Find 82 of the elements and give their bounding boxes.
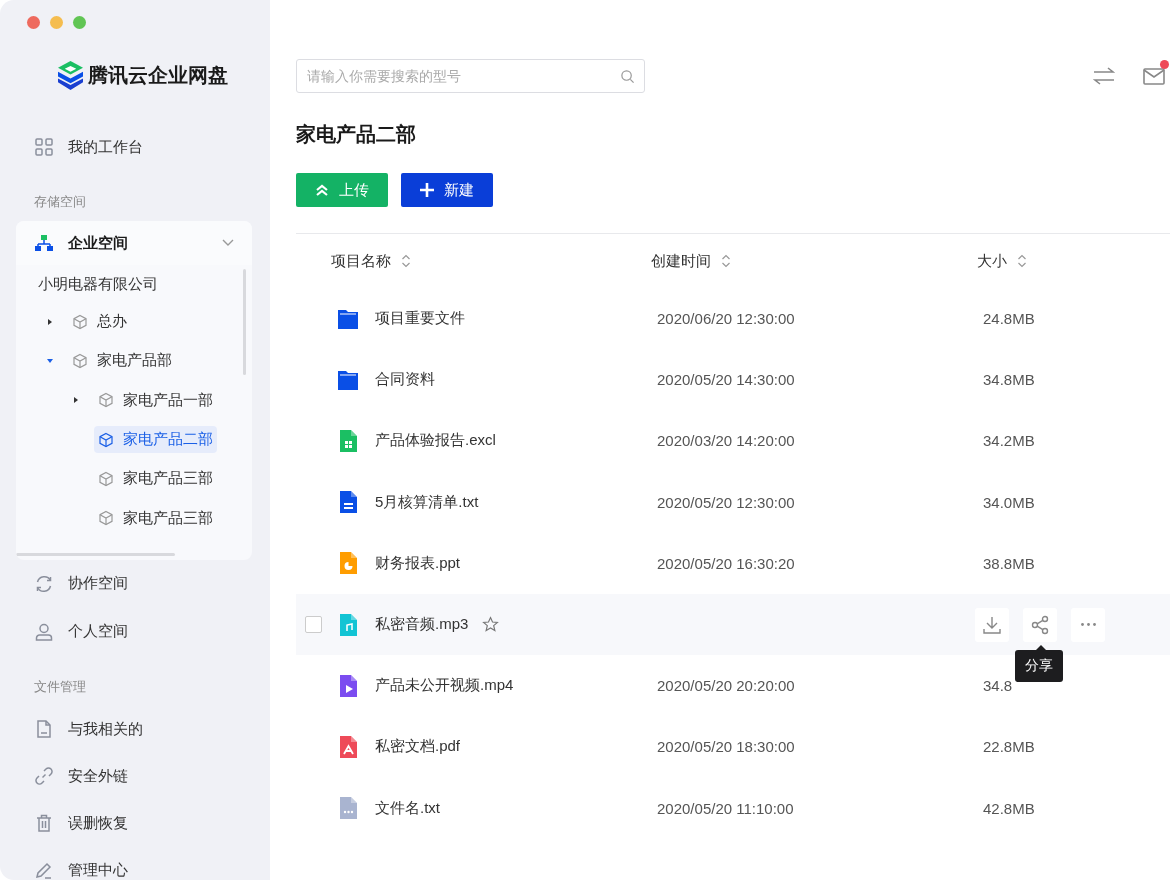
column-header[interactable]: 项目名称	[331, 251, 391, 271]
download-button[interactable]	[975, 607, 1009, 642]
sort-icon[interactable]	[721, 254, 731, 268]
caret-icon[interactable]	[46, 317, 54, 326]
file-name[interactable]: 产品体验报告.excl	[375, 431, 496, 451]
file-name[interactable]: 文件名.txt	[375, 798, 440, 818]
table-cell: 2020/06/20 12:30:00	[657, 310, 795, 328]
org-chart-icon	[34, 233, 54, 253]
sidebar-item[interactable]: 管理中心	[16, 846, 252, 880]
tree-item[interactable]: 家电产品二部	[94, 426, 217, 454]
minimize-dot[interactable]	[50, 16, 63, 29]
search-icon[interactable]	[620, 69, 635, 84]
cube-icon	[98, 392, 114, 409]
caret-icon[interactable]	[72, 396, 80, 405]
file-name[interactable]: 私密文档.pdf	[375, 737, 461, 757]
sidebar-item[interactable]: 误删恢复	[16, 799, 252, 847]
sidebar-item[interactable]: 协作空间	[16, 559, 252, 608]
share-icon	[1030, 614, 1050, 635]
grid-icon	[34, 137, 54, 157]
table-cell: 2020/05/20 18:30:00	[657, 738, 795, 756]
cube-icon	[72, 352, 88, 369]
search-field[interactable]: 请输入你需要搜索的型号	[296, 59, 645, 93]
file-name[interactable]: 项目重要文件	[375, 309, 465, 329]
tree-item[interactable]: 家电产品三部	[94, 504, 217, 532]
sidebar-item[interactable]: 安全外链	[16, 752, 252, 800]
table-cell: 2020/05/20 12:30:00	[657, 493, 795, 511]
cube-icon	[98, 510, 114, 527]
table-cell: 34.0MB	[983, 493, 1035, 511]
folder-title: 家电产品二部	[296, 122, 417, 147]
share-button[interactable]	[1023, 607, 1057, 642]
table-cell: 2020/05/20 16:30:20	[657, 554, 795, 572]
double-chevron-up-icon	[315, 183, 329, 197]
table-cell: 24.8MB	[983, 310, 1035, 328]
trash-icon	[34, 813, 54, 834]
table-cell: 34.8MB	[983, 371, 1035, 389]
table-cell: 22.8MB	[983, 738, 1035, 756]
table-cell: 38.8MB	[983, 554, 1035, 572]
sync-icon	[34, 573, 54, 594]
app-title: 腾讯云企业网盘	[88, 62, 228, 88]
table-cell: 42.8MB	[983, 799, 1035, 817]
cube-icon	[98, 431, 114, 448]
link-icon	[34, 766, 54, 787]
column-header[interactable]: 大小	[977, 251, 1007, 271]
tree-item[interactable]: 家电产品一部	[94, 386, 217, 414]
transfer-icon[interactable]	[1092, 64, 1116, 88]
table-cell: 34.2MB	[983, 432, 1035, 450]
section-heading: 文件管理	[33, 677, 87, 696]
tree-item[interactable]: 总办	[68, 308, 131, 336]
star-icon[interactable]	[482, 616, 500, 634]
row-checkbox[interactable]	[305, 616, 322, 634]
sidebar-item[interactable]: 与我相关的	[16, 705, 252, 753]
cube-icon	[72, 313, 88, 330]
download-icon	[982, 614, 1002, 635]
file-name[interactable]: 合同资料	[375, 370, 435, 390]
tree-item[interactable]: 家电产品部	[68, 347, 176, 375]
file-name[interactable]: 财务报表.ppt	[375, 553, 461, 573]
table-cell: 2020/05/20 11:10:00	[657, 799, 794, 817]
more-icon	[1080, 623, 1096, 627]
chevron-icon	[222, 239, 234, 247]
plus-icon	[420, 183, 434, 197]
table-cell: 2020/05/20 14:30:00	[657, 371, 795, 389]
file-name[interactable]: 5月核算清单.txt	[375, 492, 479, 512]
company-name[interactable]: 小明电器有限公司	[16, 265, 252, 302]
close-dot[interactable]	[27, 16, 40, 29]
column-header[interactable]: 创建时间	[651, 251, 711, 271]
pencil-icon	[34, 860, 54, 880]
table-cell: 2020/03/20 14:20:00	[657, 432, 795, 450]
section-heading: 存储空间	[33, 193, 87, 211]
new-button[interactable]: 新建	[401, 173, 493, 207]
sort-icon[interactable]	[1017, 254, 1027, 268]
sidebar-item[interactable]: 个人空间	[16, 607, 252, 656]
logo-icon	[58, 60, 83, 90]
sidebar-item[interactable]: 我的工作台	[16, 123, 252, 171]
caret-icon[interactable]	[46, 356, 54, 365]
tree-item[interactable]: 家电产品三部	[94, 465, 217, 493]
person-icon	[34, 621, 54, 642]
more-button[interactable]	[1071, 607, 1105, 642]
sort-icon[interactable]	[401, 254, 411, 268]
document-icon	[34, 719, 54, 740]
maximize-dot[interactable]	[73, 16, 86, 29]
file-name[interactable]: 私密音频.mp3	[375, 615, 469, 635]
cube-icon	[98, 470, 114, 487]
